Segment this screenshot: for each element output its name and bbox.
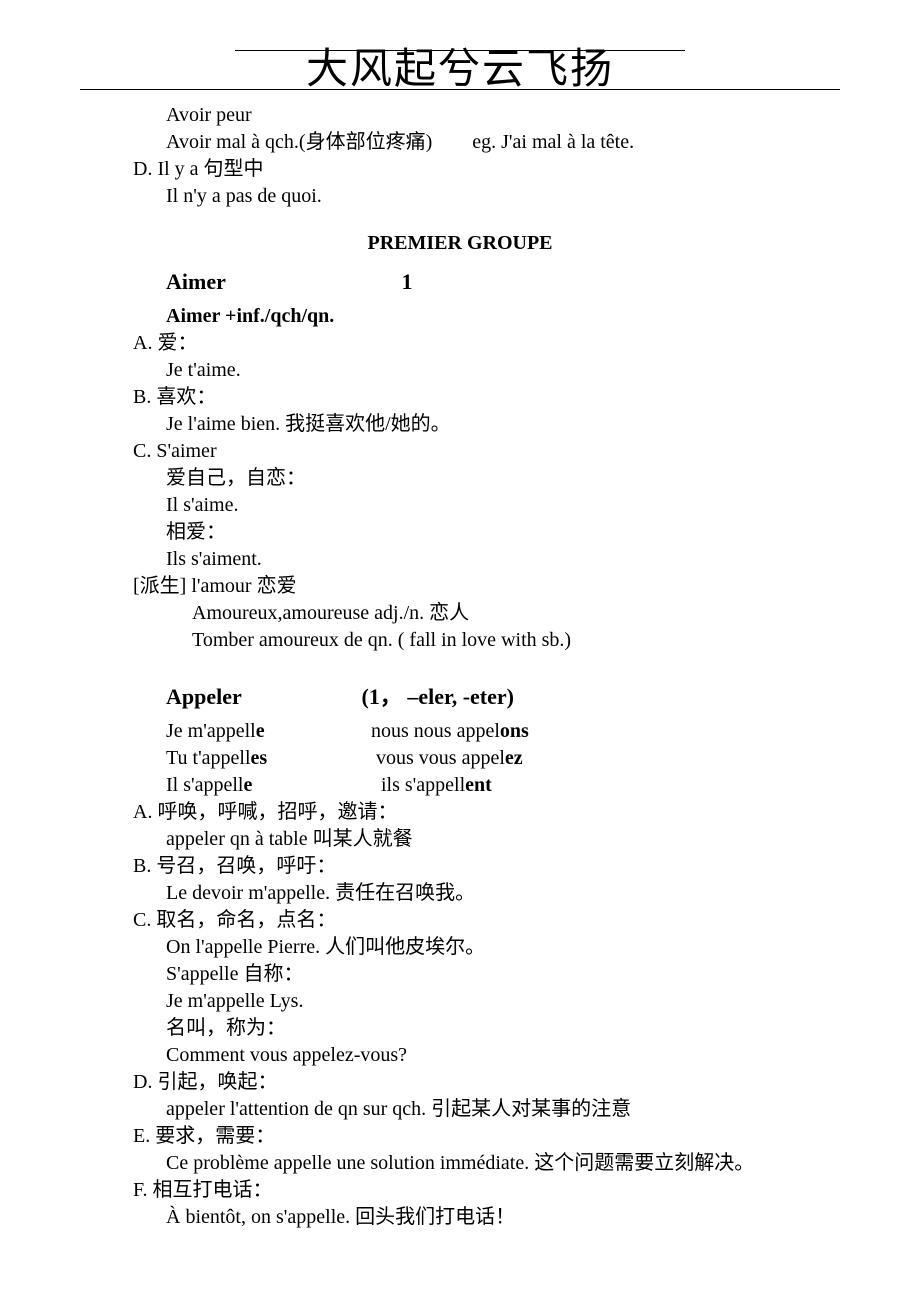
aimer-b-example: Je l'aime bien. 我挺喜欢他/她的。 xyxy=(80,411,840,438)
conj-3r-a: ils s'appell xyxy=(381,774,465,796)
content: Avoir peur Avoir mal à qch.(身体部位疼痛) eg. … xyxy=(80,102,840,1230)
intro-d-marker: D. xyxy=(133,158,152,180)
verb-aimer-name: Aimer xyxy=(166,267,396,297)
conj-2l-b: es xyxy=(251,747,268,769)
aimer-a-row: A. 爱： xyxy=(80,330,840,357)
intro-line-2b: eg. J'ai mal à la tête. xyxy=(472,131,634,153)
aimer-deriv-3: Tomber amoureux de qn. ( fall in love wi… xyxy=(80,627,840,654)
header-title: 大风起兮云飞扬 xyxy=(306,47,614,93)
appeler-a-marker: A. xyxy=(133,801,152,823)
appeler-d-example: appeler l'attention de qn sur qch. 引起某人对… xyxy=(80,1096,840,1123)
appeler-e-head: 要求，需要： xyxy=(155,1125,275,1147)
conj-1l-b: e xyxy=(256,720,265,742)
appeler-e-example: Ce problème appelle une solution immédia… xyxy=(80,1150,840,1177)
aimer-c-l3: 相爱： xyxy=(80,519,840,546)
conj-1r-a: nous nous appel xyxy=(371,720,500,742)
appeler-c-l5: Comment vous appelez-vous? xyxy=(80,1042,840,1069)
appeler-b-example: Le devoir m'appelle. 责任在召唤我。 xyxy=(80,880,840,907)
intro-line-2: Avoir mal à qch.(身体部位疼痛) eg. J'ai mal à … xyxy=(80,129,840,156)
appeler-d-head: 引起，唤起： xyxy=(157,1071,277,1093)
conj-row-3: Il s'appelle ils s'appellent xyxy=(80,772,840,799)
conj-3r-b: ent xyxy=(465,774,492,796)
intro-line-1: Avoir peur xyxy=(80,102,840,129)
aimer-b-head: 喜欢： xyxy=(156,386,216,408)
appeler-f-row: F. 相互打电话： xyxy=(80,1177,840,1204)
verb-aimer-number: 1 xyxy=(402,269,413,294)
appeler-f-marker: F. xyxy=(133,1179,148,1201)
aimer-b-row: B. 喜欢： xyxy=(80,384,840,411)
appeler-c-l1: On l'appelle Pierre. 人们叫他皮埃尔。 xyxy=(80,934,840,961)
appeler-b-row: B. 号召，召唤，呼吁： xyxy=(80,853,840,880)
section-premier-groupe: PREMIER GROUPE xyxy=(80,230,840,257)
intro-d-head: Il y a 句型中 xyxy=(157,158,263,180)
conj-2r-b: ez xyxy=(505,747,523,769)
conj-2r-a: vous vous appel xyxy=(376,747,505,769)
conj-3l-b: e xyxy=(243,774,252,796)
intro-d-example: Il n'y a pas de quoi. xyxy=(80,183,840,210)
conj-2l-a: Tu t'appell xyxy=(166,747,251,769)
appeler-b-marker: B. xyxy=(133,855,151,877)
aimer-deriv-1: [派生] l'amour 恋爱 xyxy=(80,573,840,600)
appeler-d-marker: D. xyxy=(133,1071,152,1093)
aimer-subhead: Aimer +inf./qch/qn. xyxy=(80,303,840,330)
aimer-c-row: C. S'aimer xyxy=(80,438,840,465)
intro-d-row: D. Il y a 句型中 xyxy=(80,156,840,183)
appeler-a-row: A. 呼唤，呼喊，招呼，邀请： xyxy=(80,799,840,826)
aimer-a-head: 爱： xyxy=(157,332,197,354)
page: 大风起兮云飞扬 Avoir peur Avoir mal à qch.(身体部位… xyxy=(0,0,920,1271)
appeler-e-row: E. 要求，需要： xyxy=(80,1123,840,1150)
appeler-a-head: 呼唤，呼喊，招呼，邀请： xyxy=(157,801,397,823)
aimer-a-marker: A. xyxy=(133,332,152,354)
aimer-c-l4: Ils s'aiment. xyxy=(80,546,840,573)
verb-appeler-number: (1， –eler, -eter) xyxy=(362,684,515,709)
appeler-a-example: appeler qn à table 叫某人就餐 xyxy=(80,826,840,853)
appeler-c-marker: C. xyxy=(133,909,151,931)
conj-row-2: Tu t'appelles vous vous appelez xyxy=(80,745,840,772)
verb-appeler-name: Appeler xyxy=(166,682,356,712)
appeler-f-example: À bientôt, on s'appelle. 回头我们打电话！ xyxy=(80,1204,840,1231)
aimer-c-l1: 爱自己，自恋： xyxy=(80,465,840,492)
intro-line-2a: Avoir mal à qch.(身体部位疼痛) xyxy=(166,131,432,153)
appeler-c-row: C. 取名，命名，点名： xyxy=(80,907,840,934)
appeler-e-marker: E. xyxy=(133,1125,150,1147)
verb-aimer-head: Aimer 1 xyxy=(80,267,840,297)
aimer-a-example: Je t'aime. xyxy=(80,357,840,384)
aimer-c-marker: C. xyxy=(133,440,151,462)
aimer-deriv-2: Amoureux,amoureuse adj./n. 恋人 xyxy=(80,600,840,627)
appeler-f-head: 相互打电话： xyxy=(153,1179,273,1201)
appeler-c-l2: S'appelle 自称： xyxy=(80,961,840,988)
conj-3l-a: Il s'appell xyxy=(166,774,243,796)
aimer-b-marker: B. xyxy=(133,386,151,408)
appeler-b-head: 号召，召唤，呼吁： xyxy=(156,855,336,877)
appeler-c-l3: Je m'appelle Lys. xyxy=(80,988,840,1015)
conj-row-1: Je m'appelle nous nous appelons xyxy=(80,718,840,745)
appeler-c-l4: 名叫，称为： xyxy=(80,1015,840,1042)
conj-1l-a: Je m'appell xyxy=(166,720,256,742)
conj-1r-b: ons xyxy=(500,720,529,742)
appeler-c-head: 取名，命名，点名： xyxy=(156,909,336,931)
verb-appeler-head: Appeler (1， –eler, -eter) xyxy=(80,682,840,712)
aimer-c-head: S'aimer xyxy=(156,440,216,462)
page-header: 大风起兮云飞扬 xyxy=(80,50,840,90)
appeler-d-row: D. 引起，唤起： xyxy=(80,1069,840,1096)
aimer-c-l2: Il s'aime. xyxy=(80,492,840,519)
